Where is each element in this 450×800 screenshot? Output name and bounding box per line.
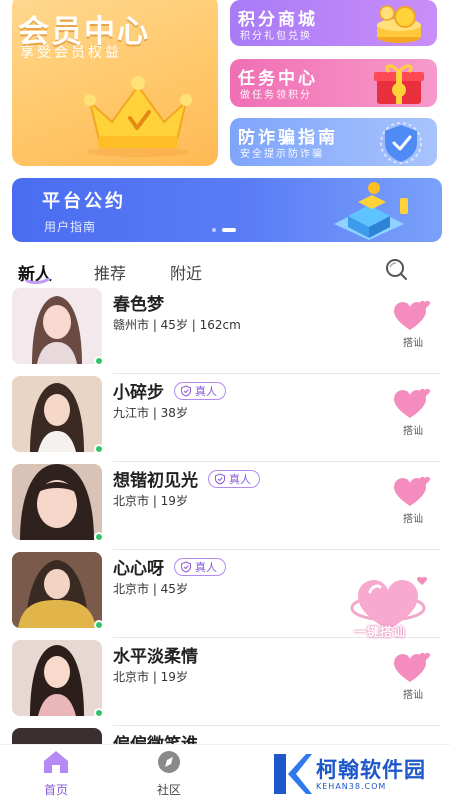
user-meta: 九江市 | 38岁 xyxy=(113,406,188,420)
online-indicator xyxy=(94,444,104,454)
points-mall-card[interactable]: 积分商城 积分礼包兑换 xyxy=(230,0,437,46)
one-click-greet-button[interactable]: 一键搭讪 xyxy=(348,570,432,642)
heart-icon xyxy=(394,300,430,330)
user-name: 水平淡柔情 xyxy=(113,647,198,667)
user-meta: 北京市 | 45岁 xyxy=(113,582,188,596)
nav-home[interactable]: 首页 xyxy=(26,749,86,798)
avatar[interactable] xyxy=(12,640,102,716)
user-name-line: 小碎步 真人 xyxy=(113,378,226,403)
user-name: 心心呀 xyxy=(113,559,164,579)
online-indicator xyxy=(94,620,104,630)
avatar-wrapper xyxy=(12,376,104,454)
compass-icon xyxy=(158,751,180,773)
points-mall-subtitle: 积分礼包兑换 xyxy=(240,31,312,42)
pagination-dot-active[interactable] xyxy=(222,228,236,232)
user-name-line: 水平淡柔情 xyxy=(113,642,198,667)
nav-community-label: 社区 xyxy=(156,783,181,797)
online-indicator xyxy=(94,356,104,366)
watermark-logo xyxy=(274,754,312,794)
avatar[interactable] xyxy=(12,464,102,540)
avatar-wrapper xyxy=(12,464,104,542)
greet-label: 搭讪 xyxy=(403,426,423,437)
task-center-card[interactable]: 任务中心 做任务领积分 xyxy=(230,59,437,107)
avatar[interactable] xyxy=(12,376,102,452)
heart-icon xyxy=(394,388,430,418)
search-icon[interactable] xyxy=(383,257,409,283)
tab-recommend[interactable]: 推荐 xyxy=(94,260,126,284)
shield-check-icon xyxy=(181,384,191,397)
banner-title: 平台公约 xyxy=(42,191,126,212)
shield-check-icon xyxy=(181,560,191,573)
watermark-text: 柯翰软件园 xyxy=(316,758,426,782)
heart-icon xyxy=(394,476,430,506)
greet-label: 搭讪 xyxy=(403,514,423,525)
nav-community[interactable]: 社区 xyxy=(139,749,199,798)
isometric-blocks-icon xyxy=(334,182,408,240)
user-name: 小碎步 xyxy=(113,383,164,403)
tab-nearby[interactable]: 附近 xyxy=(170,260,202,284)
member-center-subtitle: 享受会员权益 xyxy=(20,45,122,61)
banner-subtitle: 用户指南 xyxy=(44,220,97,234)
shield-icon xyxy=(380,122,422,164)
avatar-wrapper xyxy=(12,640,104,718)
anti-fraud-subtitle: 安全提示防诈骗 xyxy=(240,149,324,160)
watermark-url: KEHAN38.COM xyxy=(316,782,387,791)
greet-label: 搭讪 xyxy=(403,338,423,349)
verified-badge: 真人 xyxy=(174,381,226,400)
user-row-3[interactable]: 想锴初见光 真人 北京市 | 19岁 搭讪 xyxy=(0,462,450,550)
shield-check-icon xyxy=(215,472,225,485)
tab-bar: 新人 推荐 附近 xyxy=(0,252,450,286)
greet-button[interactable]: 搭讪 xyxy=(394,300,432,349)
user-name-line: 春色梦 xyxy=(113,290,164,315)
greet-label: 搭讪 xyxy=(403,690,423,701)
avatar-wrapper xyxy=(12,288,104,366)
verified-badge: 真人 xyxy=(208,469,260,488)
site-watermark: 柯翰软件园 KEHAN38.COM xyxy=(270,752,440,796)
active-tab-indicator xyxy=(26,278,50,284)
user-name-line: 想锴初见光 真人 xyxy=(113,466,260,491)
one-click-greet-label: 一键搭讪 xyxy=(354,625,407,639)
greet-button[interactable]: 搭讪 xyxy=(394,652,432,701)
verified-label: 真人 xyxy=(195,560,217,574)
online-indicator xyxy=(94,708,104,718)
user-name: 春色梦 xyxy=(113,295,164,315)
user-row-5[interactable]: 水平淡柔情 北京市 | 19岁 搭讪 xyxy=(0,638,450,726)
greet-button[interactable]: 搭讪 xyxy=(394,476,432,525)
home-icon xyxy=(44,751,68,773)
anti-fraud-card[interactable]: 防诈骗指南 安全提示防诈骗 xyxy=(230,118,437,166)
banner-pagination xyxy=(212,228,236,232)
gift-box-icon xyxy=(374,64,424,104)
nav-home-label: 首页 xyxy=(43,783,68,797)
avatar[interactable] xyxy=(12,552,102,628)
promo-area: 会员中心 享受会员权益 积分商城 积分礼包兑换 任务中心 做任务领积分 防诈骗指… xyxy=(0,0,450,172)
avatar[interactable] xyxy=(12,288,102,364)
platform-rules-banner[interactable]: 平台公约 用户指南 xyxy=(12,178,442,242)
user-name: 想锴初见光 xyxy=(113,471,198,491)
verified-label: 真人 xyxy=(195,384,217,398)
online-indicator xyxy=(94,532,104,542)
user-meta: 赣州市 | 45岁 | 162cm xyxy=(113,318,241,332)
verified-label: 真人 xyxy=(229,472,251,486)
coin-stack-icon xyxy=(377,5,421,43)
user-row-1[interactable]: 春色梦 赣州市 | 45岁 | 162cm 搭讪 xyxy=(0,286,450,374)
user-meta: 北京市 | 19岁 xyxy=(113,670,188,684)
greet-button[interactable]: 搭讪 xyxy=(394,388,432,437)
avatar-wrapper xyxy=(12,552,104,630)
user-name-line: 心心呀 真人 xyxy=(113,554,226,579)
user-meta: 北京市 | 19岁 xyxy=(113,494,188,508)
heart-icon xyxy=(394,652,430,682)
member-center-card[interactable]: 会员中心 享受会员权益 xyxy=(12,0,218,166)
user-row-2[interactable]: 小碎步 真人 九江市 | 38岁 搭讪 xyxy=(0,374,450,462)
crown-icon xyxy=(84,76,192,157)
task-center-subtitle: 做任务领积分 xyxy=(240,90,312,101)
pagination-dot[interactable] xyxy=(212,228,216,232)
verified-badge: 真人 xyxy=(174,557,226,576)
